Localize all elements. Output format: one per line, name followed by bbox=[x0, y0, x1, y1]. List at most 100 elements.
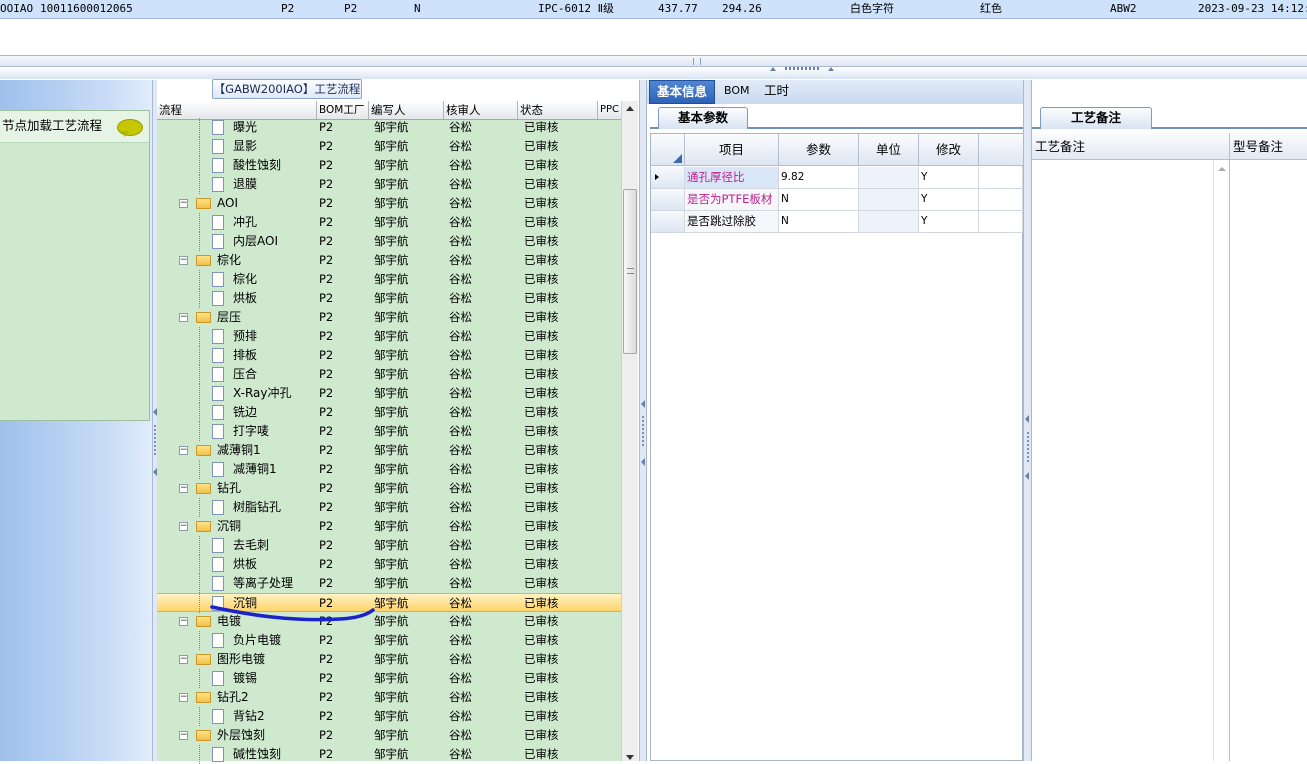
scroll-down-icon[interactable] bbox=[626, 755, 634, 760]
tree-row[interactable]: 曝光 P2 邹宇航 谷松 已审核 bbox=[157, 118, 621, 137]
col-header-model-remark[interactable]: 型号备注 bbox=[1230, 133, 1283, 160]
tree-row[interactable]: − 沉铜 P2 邹宇航 谷松 已审核 bbox=[157, 517, 621, 536]
horizontal-splitter[interactable] bbox=[0, 55, 1307, 67]
tree-row[interactable]: − 棕化 P2 邹宇航 谷松 已审核 bbox=[157, 251, 621, 270]
param-value[interactable]: N bbox=[779, 211, 859, 232]
col-header-ppc[interactable]: PPC bbox=[598, 101, 621, 119]
tree-row[interactable]: 内层AOI P2 邹宇航 谷松 已审核 bbox=[157, 232, 621, 251]
remarks-scrollbar[interactable] bbox=[1213, 160, 1229, 761]
tree-row[interactable]: − 减薄铜1 P2 邹宇航 谷松 已审核 bbox=[157, 441, 621, 460]
param-grid[interactable]: 项目 参数 单位 修改 通孔厚径比 9.82 Y 是否为PTFE板材 N Y 是否跳过除胶 N… bbox=[650, 133, 1023, 761]
tree-row[interactable]: 铣边 P2 邹宇航 谷松 已审核 bbox=[157, 403, 621, 422]
tree-row[interactable]: 排板 P2 邹宇航 谷松 已审核 bbox=[157, 346, 621, 365]
scroll-up-icon-2[interactable] bbox=[1218, 167, 1226, 171]
grid-corner[interactable] bbox=[651, 134, 685, 166]
node-load-panel[interactable]: 节点加载工艺流程 bbox=[0, 110, 150, 421]
collapse-node-icon[interactable]: − bbox=[179, 617, 188, 626]
param-value[interactable]: N bbox=[779, 189, 859, 210]
tree-connector-line bbox=[199, 346, 200, 365]
col-header-status[interactable]: 状态 bbox=[518, 101, 598, 119]
collapse-left-icon-3[interactable] bbox=[641, 400, 645, 408]
param-value[interactable]: 9.82 bbox=[779, 167, 859, 188]
tab-bom[interactable]: BOM bbox=[717, 80, 757, 104]
tab-process-remarks[interactable]: 工艺备注 bbox=[1040, 107, 1152, 129]
remarks-column-divider[interactable] bbox=[1229, 133, 1230, 761]
collapse-node-icon[interactable]: − bbox=[179, 313, 188, 322]
tree-row[interactable]: X-Ray冲孔 P2 邹宇航 谷松 已审核 bbox=[157, 384, 621, 403]
collapse-node-icon[interactable]: − bbox=[179, 655, 188, 664]
col-header-flow[interactable]: 流程 bbox=[157, 101, 317, 119]
right-splitter[interactable] bbox=[1023, 80, 1032, 761]
tree-row[interactable]: 棕化 P2 邹宇航 谷松 已审核 bbox=[157, 270, 621, 289]
scroll-thumb[interactable] bbox=[623, 189, 637, 354]
tree-row[interactable]: 树脂钻孔 P2 邹宇航 谷松 已审核 bbox=[157, 498, 621, 517]
tree-row[interactable]: − 钻孔 P2 邹宇航 谷松 已审核 bbox=[157, 479, 621, 498]
tree-row-status: 已审核 bbox=[524, 596, 559, 610]
col-header-modify[interactable]: 修改 bbox=[919, 134, 979, 166]
tree-row[interactable]: 沉铜 P2 邹宇航 谷松 已审核 bbox=[157, 593, 621, 613]
col-header-item[interactable]: 项目 bbox=[685, 134, 779, 166]
tree-row[interactable]: 背钻2 P2 邹宇航 谷松 已审核 bbox=[157, 707, 621, 726]
tree-row[interactable]: 镀锡 P2 邹宇航 谷松 已审核 bbox=[157, 669, 621, 688]
tree-row-status: 已审核 bbox=[524, 671, 559, 685]
col-header-unit[interactable]: 单位 bbox=[859, 134, 919, 166]
tree-row[interactable]: − 钻孔2 P2 邹宇航 谷松 已审核 bbox=[157, 688, 621, 707]
col-header-process-remark[interactable]: 工艺备注 bbox=[1032, 133, 1085, 160]
collapse-node-icon[interactable]: − bbox=[179, 731, 188, 740]
remarks-header: 工艺备注 型号备注 bbox=[1032, 133, 1307, 160]
collapse-up-icon-2[interactable] bbox=[828, 67, 834, 71]
tree-row[interactable]: 烘板 P2 邹宇航 谷松 已审核 bbox=[157, 289, 621, 308]
tree-row[interactable]: 退膜 P2 邹宇航 谷松 已审核 bbox=[157, 175, 621, 194]
collapse-node-icon[interactable]: − bbox=[179, 522, 188, 531]
col-header-writer[interactable]: 编写人 bbox=[369, 101, 444, 119]
scroll-up-icon[interactable] bbox=[626, 106, 634, 111]
tree-row-name: 树脂钻孔 bbox=[233, 500, 282, 514]
tree-row[interactable]: 烘板 P2 邹宇航 谷松 已审核 bbox=[157, 555, 621, 574]
param-row[interactable]: 是否跳过除胶 N Y bbox=[651, 211, 1023, 233]
tree-row[interactable]: 压合 P2 邹宇航 谷松 已审核 bbox=[157, 365, 621, 384]
tree-row[interactable]: − AOI P2 邹宇航 谷松 已审核 bbox=[157, 194, 621, 213]
param-modify[interactable]: Y bbox=[919, 211, 979, 232]
middle-splitter[interactable] bbox=[639, 80, 647, 761]
tree-row-reviewer: 谷松 bbox=[449, 500, 472, 514]
collapse-node-icon[interactable]: − bbox=[179, 484, 188, 493]
tree-row[interactable]: 预排 P2 邹宇航 谷松 已审核 bbox=[157, 327, 621, 346]
document-icon bbox=[212, 709, 224, 724]
collapse-up-icon[interactable] bbox=[770, 67, 776, 71]
tree-row[interactable]: 显影 P2 邹宇航 谷松 已审核 bbox=[157, 137, 621, 156]
tree-row[interactable]: − 图形电镀 P2 邹宇航 谷松 已审核 bbox=[157, 650, 621, 669]
param-modify[interactable]: Y bbox=[919, 167, 979, 188]
tree-row[interactable]: 打字唛 P2 邹宇航 谷松 已审核 bbox=[157, 422, 621, 441]
collapse-node-icon[interactable]: − bbox=[179, 446, 188, 455]
tree-row[interactable]: 等离子处理 P2 邹宇航 谷松 已审核 bbox=[157, 574, 621, 593]
tree-row[interactable]: − 外层蚀刻 P2 邹宇航 谷松 已审核 bbox=[157, 726, 621, 745]
tab-basic-info[interactable]: 基本信息 bbox=[649, 80, 716, 104]
tree-connector-line bbox=[199, 631, 200, 650]
tree-row[interactable]: − 层压 P2 邹宇航 谷松 已审核 bbox=[157, 308, 621, 327]
col-header-bom-plant[interactable]: BOM工厂 bbox=[317, 101, 369, 119]
collapse-left-icon-4[interactable] bbox=[641, 458, 645, 466]
param-row[interactable]: 通孔厚径比 9.82 Y bbox=[651, 167, 1023, 189]
tree-row[interactable]: 碱性蚀刻 P2 邹宇航 谷松 已审核 bbox=[157, 745, 621, 764]
tree-row[interactable]: − 电镀 P2 邹宇航 谷松 已审核 bbox=[157, 612, 621, 631]
tree-row[interactable]: 负片电镀 P2 邹宇航 谷松 已审核 bbox=[157, 631, 621, 650]
collapse-left-icon-6[interactable] bbox=[1025, 472, 1029, 480]
col-header-reviewer[interactable]: 核审人 bbox=[444, 101, 518, 119]
collapse-node-icon[interactable]: − bbox=[179, 693, 188, 702]
flow-tree-scrollbar[interactable] bbox=[621, 101, 638, 761]
col-header-value[interactable]: 参数 bbox=[779, 134, 859, 166]
tree-row[interactable]: 酸性蚀刻 P2 邹宇航 谷松 已审核 bbox=[157, 156, 621, 175]
param-modify[interactable]: Y bbox=[919, 189, 979, 210]
tree-connector-line bbox=[199, 594, 200, 613]
tree-row[interactable]: 减薄铜1 P2 邹宇航 谷松 已审核 bbox=[157, 460, 621, 479]
tab-work-hours[interactable]: 工时 bbox=[757, 80, 796, 104]
top-record-row[interactable]: OOIAO 10011600012065 P2 P2 N IPC-6012 Ⅱ级… bbox=[0, 0, 1307, 19]
param-row[interactable]: 是否为PTFE板材 N Y bbox=[651, 189, 1023, 211]
collapse-node-icon[interactable]: − bbox=[179, 199, 188, 208]
collapse-left-icon-5[interactable] bbox=[1025, 415, 1029, 423]
collapse-node-icon[interactable]: − bbox=[179, 256, 188, 265]
comment-icon[interactable] bbox=[117, 119, 143, 137]
tab-basic-params[interactable]: 基本参数 bbox=[658, 107, 748, 129]
tree-row[interactable]: 去毛刺 P2 邹宇航 谷松 已审核 bbox=[157, 536, 621, 555]
tree-row[interactable]: 冲孔 P2 邹宇航 谷松 已审核 bbox=[157, 213, 621, 232]
